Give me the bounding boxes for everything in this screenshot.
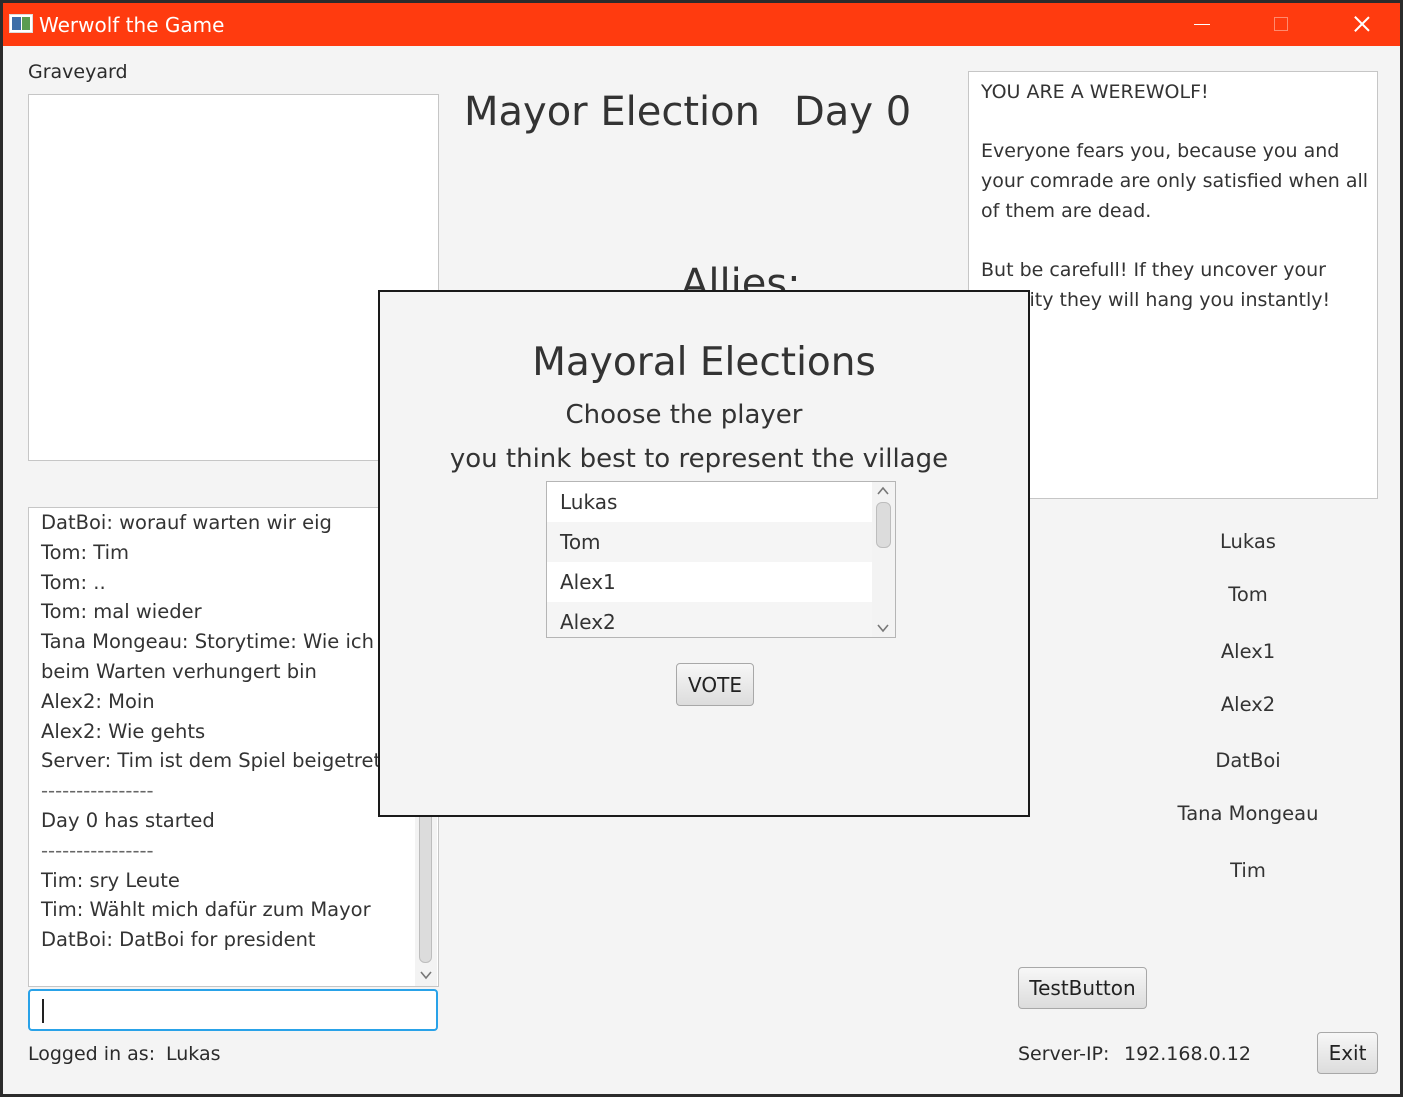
vote-button[interactable]: VOTE [676, 663, 754, 706]
day-counter: Day 0 [794, 89, 912, 135]
player-name[interactable]: DatBoi [1103, 749, 1393, 772]
chat-message: Alex2: Moin [41, 689, 155, 713]
chat-message: Alex2: Wie gehts [41, 719, 206, 743]
candidate-item[interactable]: Tom [547, 522, 872, 562]
chevron-down-icon[interactable] [419, 968, 433, 982]
chat-message: Day 0 has started [41, 808, 215, 832]
title-bar: Werwolf the Game [3, 3, 1400, 46]
chat-message: DatBoi: worauf warten wir eig [41, 511, 332, 534]
candidate-scroll-thumb[interactable] [876, 502, 891, 548]
exit-button[interactable]: Exit [1317, 1032, 1378, 1074]
chat-scroll-thumb[interactable] [419, 808, 432, 963]
player-name[interactable]: Lukas [1103, 530, 1393, 553]
server-ip-value: 192.168.0.12 [1124, 1043, 1251, 1065]
graveyard-label: Graveyard [28, 61, 128, 83]
maximize-button[interactable] [1250, 3, 1310, 46]
chat-message: DatBoi: DatBoi for president [41, 928, 316, 952]
test-button[interactable]: TestButton [1018, 967, 1147, 1009]
candidate-scrollbar[interactable] [872, 482, 895, 637]
dialog-subtitle-line-2: you think best to represent the village [449, 444, 949, 474]
chat-message: Server: Tim ist dem Spiel beigetreten [41, 749, 406, 773]
chat-messages: DatBoi: worauf warten wir eig Tom: Tim T… [41, 508, 421, 955]
role-warning: But be carefull! If they uncover your id… [981, 259, 1331, 311]
close-button[interactable] [1330, 3, 1390, 46]
role-heading: YOU ARE A WEREWOLF! [981, 81, 1209, 103]
minimize-button[interactable] [1170, 3, 1230, 46]
player-name[interactable]: Tim [1103, 859, 1393, 882]
dialog-title: Mayoral Elections [532, 340, 876, 385]
window-title: Werwolf the Game [39, 13, 225, 37]
dialog-subtitle: Choose the player [565, 400, 803, 430]
server-ip-label: Server-IP: [1018, 1043, 1110, 1065]
chevron-down-icon[interactable] [876, 621, 890, 635]
chat-input[interactable] [28, 989, 438, 1031]
chat-message: Tim: sry Leute [41, 868, 180, 892]
text-caret [42, 999, 44, 1023]
player-name[interactable]: Alex1 [1103, 640, 1393, 663]
candidate-list[interactable]: Lukas Tom Alex1 Alex2 [546, 481, 896, 638]
player-name[interactable]: Tana Mongeau [1103, 802, 1393, 825]
candidate-item[interactable]: Alex2 [547, 602, 872, 637]
phase-title: Mayor Election [464, 89, 760, 135]
chat-message: Tom: mal wieder [41, 600, 202, 624]
logged-in-label: Logged in as: [28, 1043, 156, 1065]
chat-message: Tom: .. [41, 570, 106, 594]
logged-in-user: Lukas [166, 1043, 221, 1065]
player-name[interactable]: Alex2 [1103, 693, 1393, 716]
mayoral-election-dialog: Mayoral Elections Choose the player you … [378, 290, 1030, 817]
role-description: Everyone fears you, because you and your… [981, 140, 1369, 222]
app-icon [9, 14, 33, 33]
chat-separator: ---------------- [41, 779, 154, 803]
app-window: Werwolf the Game Graveyard Mayor Electio… [3, 3, 1400, 1094]
chevron-up-icon[interactable] [876, 484, 890, 498]
chat-message: Tom: Tim [41, 540, 130, 564]
chat-message: Tana Mongeau: Storytime: Wie ich beim Wa… [41, 630, 375, 683]
candidate-item[interactable]: Lukas [547, 482, 872, 522]
candidate-item[interactable]: Alex1 [547, 562, 872, 602]
chat-message: Tim: Wählt mich dafür zum Mayor [41, 898, 371, 922]
chat-separator: ---------------- [41, 838, 154, 862]
player-name[interactable]: Tom [1103, 583, 1393, 606]
